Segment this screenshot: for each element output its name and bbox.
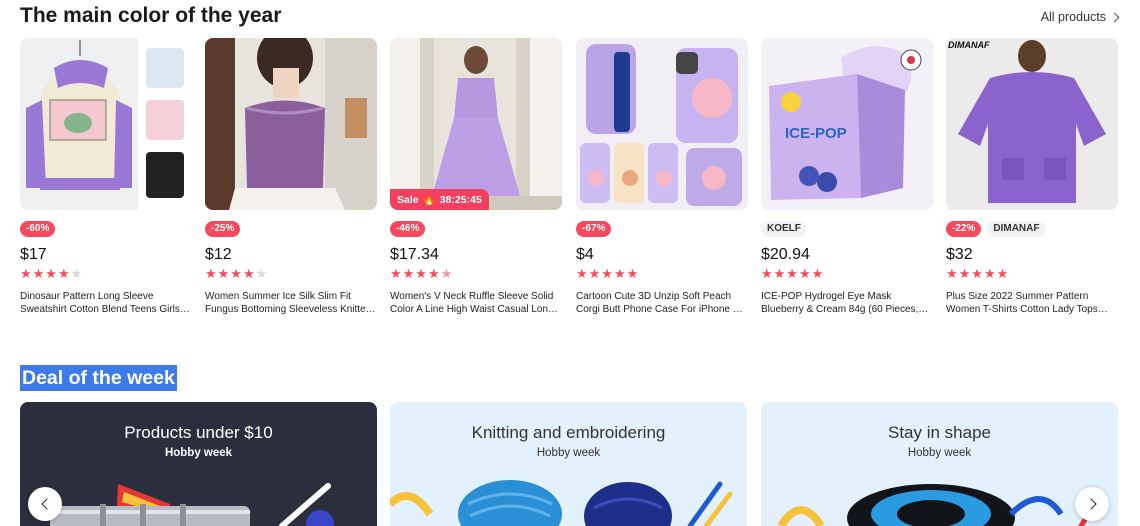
carousel-prev-button[interactable] — [28, 487, 62, 521]
product-title-line: Fungus Bottoming Sleeveless Knitte… — [205, 304, 376, 315]
product-title-line: Color A Line High Waist Casual Lon… — [390, 304, 559, 315]
image-brand-text: ICE-POP — [785, 125, 847, 142]
image-brand-text: DIMANAF — [948, 40, 990, 50]
product-title-line: Corgi Butt Phone Case For iPhone 1… — [576, 304, 748, 315]
product-card[interactable]: ICE-POP KOELF $20.94 ★★★★★ ICE-POP Hydro… — [761, 38, 933, 323]
product-image — [576, 38, 748, 210]
product-price: $20.94 — [761, 246, 810, 263]
chevron-left-icon — [40, 498, 53, 510]
deal-card-image — [777, 484, 1104, 526]
section-header: The main color of the year All products — [20, 2, 1120, 30]
discount-badge: -67% — [576, 221, 612, 237]
deal-card-title: Stay in shape — [887, 423, 991, 442]
badges: -67% — [576, 221, 612, 237]
product-card[interactable]: -25% $12 ★★★★★ Women Summer Ice Silk Sli… — [205, 38, 377, 323]
product-card[interactable]: Sale 🔥 38:25:45 -46% $17.34 ★★★★★ Women'… — [390, 38, 562, 323]
chevron-right-icon — [1109, 12, 1120, 22]
badges: -22% DIMANAF — [946, 221, 1046, 237]
deal-card-subtitle: Hobby week — [907, 447, 972, 459]
product-title[interactable]: ICE-POP Hydrogel Eye Mask Blueberry & Cr… — [761, 290, 933, 316]
rating-stars: ★★★★★ — [761, 267, 824, 281]
product-carousel: -60% $17 ★★★★★ Dinosaur Pattern Long Sle… — [20, 38, 1120, 323]
deal-card-products-under-10[interactable]: Products under $10 Hobby week — [20, 402, 377, 526]
rating-stars: ★★★★★ — [576, 267, 639, 281]
discount-badge: -60% — [20, 221, 56, 237]
rating-stars: ★★★★★ — [946, 267, 1009, 281]
brand-badge: KOELF — [761, 221, 807, 237]
product-card[interactable]: -67% $4 ★★★★★ Cartoon Cute 3D Unzip Soft… — [576, 38, 748, 323]
badges: KOELF — [761, 221, 807, 237]
fire-icon: 🔥 — [422, 194, 436, 206]
star-icon: ★★★★ — [390, 266, 441, 281]
deal-card-image — [50, 483, 334, 526]
star-icon: ★★★★ — [205, 266, 256, 281]
product-title-line: Dinosaur Pattern Long Sleeve — [20, 291, 154, 302]
star-icon: ★★★★ — [20, 266, 71, 281]
star-icon: ★ — [70, 266, 84, 281]
discount-badge: -25% — [205, 221, 241, 237]
all-products-link[interactable]: All products — [1040, 10, 1120, 24]
product-title-line: ICE-POP Hydrogel Eye Mask — [761, 291, 892, 302]
badges: -46% — [390, 221, 426, 237]
rating-stars: ★★★★★ — [390, 267, 453, 281]
product-title-line: Sweatshirt Cotton Blend Teens Girls… — [20, 304, 190, 315]
deal-card-subtitle: Hobby week — [536, 447, 601, 459]
badges: -25% — [205, 221, 241, 237]
deal-card-title: Products under $10 — [124, 423, 273, 442]
chevron-right-icon — [1084, 498, 1097, 510]
product-card[interactable]: -60% $17 ★★★★★ Dinosaur Pattern Long Sle… — [20, 38, 192, 323]
brand-badge: DIMANAF — [987, 221, 1046, 237]
product-title[interactable]: Dinosaur Pattern Long Sleeve Sweatshirt … — [20, 290, 192, 316]
star-icon: ★★★★★ — [576, 266, 640, 281]
product-price: $17.34 — [390, 246, 439, 263]
product-title[interactable]: Women Summer Ice Silk Slim Fit Fungus Bo… — [205, 290, 377, 316]
product-title-line: Women's V Neck Ruffle Sleeve Solid — [390, 291, 554, 302]
product-title-line: Cartoon Cute 3D Unzip Soft Peach — [576, 291, 732, 302]
star-icon: ★★★★★ — [761, 266, 825, 281]
deal-card-title: Knitting and embroidering — [471, 423, 666, 442]
deal-card-knitting[interactable]: Knitting and embroidering Hobby week — [390, 402, 747, 526]
rating-stars: ★★★★★ — [205, 267, 268, 281]
badges: -60% — [20, 221, 56, 237]
product-image — [20, 38, 192, 210]
deal-section-title: Deal of the week — [20, 365, 177, 391]
product-title[interactable]: Women's V Neck Ruffle Sleeve Solid Color… — [390, 290, 562, 316]
sale-label: Sale — [397, 193, 419, 206]
deal-card-subtitle: Hobby week — [164, 447, 233, 459]
product-title-line: Women Summer Ice Silk Slim Fit — [205, 291, 351, 302]
product-image: DIMANAF — [946, 38, 1118, 210]
product-image — [205, 38, 377, 210]
carousel-next-button[interactable] — [1075, 487, 1109, 521]
rating-stars: ★★★★★ — [20, 267, 83, 281]
product-title[interactable]: Plus Size 2022 Summer Pattern Women T-Sh… — [946, 290, 1118, 316]
discount-badge: -46% — [390, 221, 426, 237]
product-card[interactable]: DIMANAF -22% DIMANAF $32 ★★★★★ Plus Size… — [946, 38, 1118, 323]
deal-card-image — [390, 480, 733, 526]
product-title-line: Women T-Shirts Cotton Lady Tops… — [946, 304, 1108, 315]
product-price: $32 — [946, 246, 973, 263]
sale-timer: 38:25:45 — [439, 193, 482, 206]
section-title: The main color of the year — [20, 4, 282, 27]
deal-card-stay-in-shape[interactable]: Stay in shape Hobby week — [761, 402, 1118, 526]
star-icon: ★ — [255, 266, 269, 281]
product-image: ICE-POP — [761, 38, 933, 210]
product-title[interactable]: Cartoon Cute 3D Unzip Soft Peach Corgi B… — [576, 290, 748, 316]
discount-badge: -22% — [946, 221, 982, 237]
product-price: $12 — [205, 246, 232, 263]
product-title-line: Plus Size 2022 Summer Pattern — [946, 291, 1089, 302]
product-price: $17 — [20, 246, 47, 263]
product-price: $4 — [576, 246, 594, 263]
all-products-label: All products — [1040, 10, 1106, 24]
product-image: Sale 🔥 38:25:45 — [390, 38, 562, 210]
sale-timer-badge: Sale 🔥 38:25:45 — [390, 189, 489, 210]
product-title-line: Blueberry & Cream 84g (60 Pieces,… — [761, 304, 929, 315]
star-icon: ★★★★★ — [946, 266, 1010, 281]
half-star-icon: ★ — [440, 266, 454, 281]
